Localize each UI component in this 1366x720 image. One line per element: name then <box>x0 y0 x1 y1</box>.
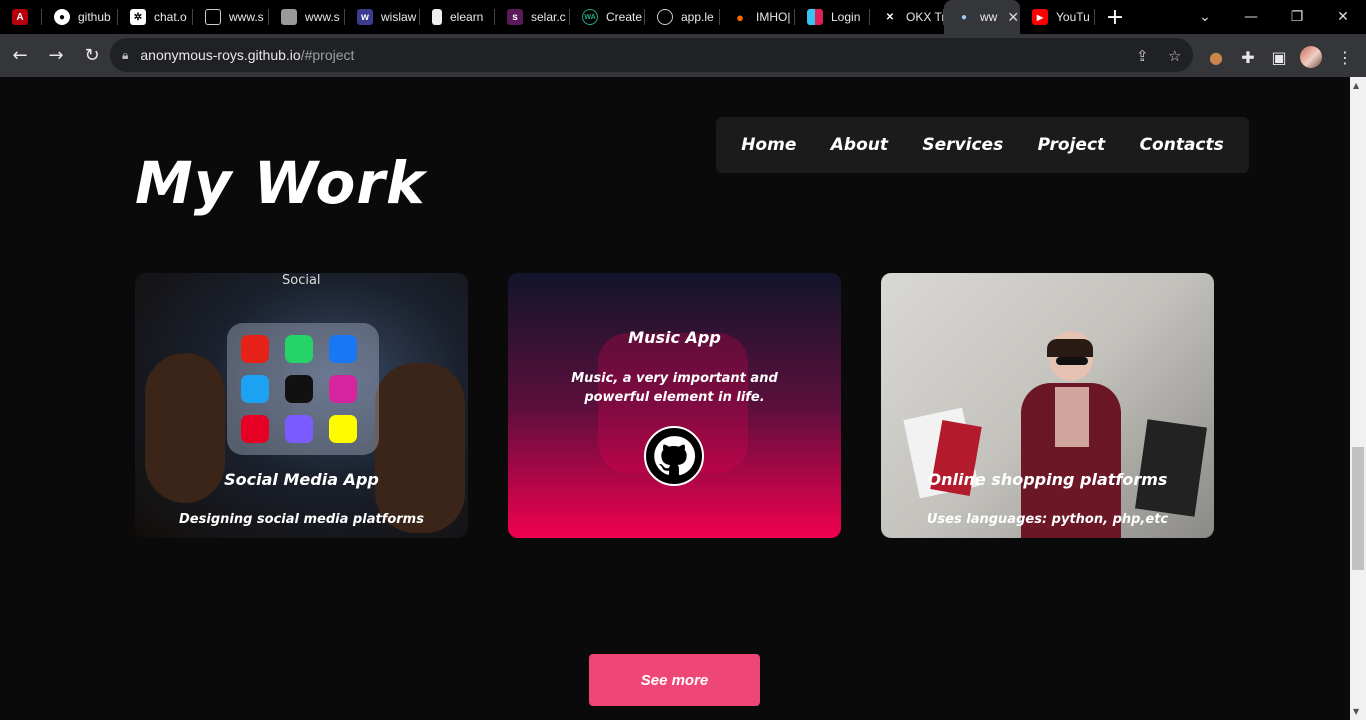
tab-selar[interactable]: s selar.c <box>495 0 570 34</box>
scroll-down-icon[interactable]: ▼ <box>1353 707 1359 716</box>
twitter-app-icon <box>241 375 269 403</box>
nav-services[interactable]: Services <box>922 135 1003 155</box>
card-description: Music, a very important and powerful ele… <box>571 371 778 405</box>
document-icon <box>432 9 442 25</box>
window-icon <box>205 9 221 25</box>
see-more-button[interactable]: See more <box>589 654 760 706</box>
card-title: Music App <box>628 328 721 347</box>
globe-icon <box>657 9 673 25</box>
close-tab-icon[interactable]: ✕ <box>1007 9 1019 26</box>
tab-www-1[interactable]: www.s <box>193 0 269 34</box>
card-title: Social Media App <box>224 470 379 489</box>
page-title: My Work <box>135 149 426 217</box>
project-card-shopping[interactable]: Online shopping platforms Uses languages… <box>881 273 1214 538</box>
github-icon: ● <box>54 9 70 25</box>
nav-home[interactable]: Home <box>741 135 796 155</box>
hand-image <box>375 363 465 533</box>
project-card-music[interactable]: Music App Music, a very important and po… <box>508 273 841 538</box>
nav-contacts[interactable]: Contacts <box>1140 135 1224 155</box>
tab-imho[interactable]: ● IMHO| <box>720 0 795 34</box>
scrollbar[interactable]: ▲ ▼ <box>1350 77 1366 720</box>
tab-chatgpt[interactable]: ✲ chat.o <box>118 0 193 34</box>
side-panel-icon[interactable]: ▣ <box>1268 46 1290 68</box>
github-icon[interactable] <box>644 426 704 486</box>
tab-app-le[interactable]: app.le <box>645 0 720 34</box>
profile-avatar[interactable] <box>1300 46 1322 68</box>
main-nav: Home About Services Project Contacts <box>716 117 1249 173</box>
youtube-icon: ▶ <box>1032 9 1048 25</box>
tab-acrobat[interactable]: A <box>0 0 42 34</box>
restore-button[interactable]: ❐ <box>1274 0 1320 34</box>
scroll-up-icon[interactable]: ▲ <box>1353 81 1359 90</box>
address-bar[interactable]: 🔒︎ anonymous-roys.github.io/#project ⇪ ☆ <box>110 38 1193 72</box>
snapchat-app-icon <box>329 415 357 443</box>
tab-create[interactable]: WA Create <box>570 0 645 34</box>
shopping-bag-image <box>1135 419 1207 517</box>
messenger-app-icon <box>285 415 313 443</box>
facebook-app-icon <box>329 335 357 363</box>
back-button[interactable]: ← <box>4 40 36 72</box>
forward-button[interactable]: → <box>40 40 72 72</box>
wa-icon: WA <box>582 9 598 25</box>
selar-icon: s <box>507 9 523 25</box>
wislaw-icon: w <box>357 9 373 25</box>
new-tab-button[interactable]: + <box>1095 0 1135 34</box>
youtube-app-icon <box>241 335 269 363</box>
nav-project[interactable]: Project <box>1038 135 1106 155</box>
browser-toolbar: ← → ↻ 🔒︎ anonymous-roys.github.io/#proje… <box>0 34 1366 77</box>
extensions-icon[interactable]: ✚ <box>1237 46 1259 68</box>
shopper-image <box>1011 331 1131 538</box>
phone-screen-image <box>227 323 379 455</box>
tab-okx[interactable]: ✕ OKX Tr <box>870 0 944 34</box>
bookmark-star-icon[interactable]: ☆ <box>1168 47 1181 65</box>
tiktok-app-icon <box>285 375 313 403</box>
scrollbar-thumb[interactable] <box>1352 447 1364 570</box>
share-icon[interactable]: ⇪ <box>1136 47 1149 65</box>
nav-about[interactable]: About <box>831 135 888 155</box>
fire-icon: ● <box>736 9 744 25</box>
card-description: Designing social media platforms <box>179 512 424 527</box>
acrobat-icon: A <box>12 9 28 25</box>
tab-elearn[interactable]: elearn <box>420 0 495 34</box>
tab-wislaw[interactable]: w wislaw <box>345 0 420 34</box>
social-folder-label: Social <box>282 273 321 288</box>
tab-www-2[interactable]: www.s <box>269 0 345 34</box>
tab-search-icon[interactable]: ⌄ <box>1182 0 1228 34</box>
lock-icon: 🔒︎ <box>122 47 129 62</box>
instagram-app-icon <box>329 375 357 403</box>
close-window-button[interactable]: ✕ <box>1320 0 1366 34</box>
project-card-social[interactable]: Social Social Media App Designing social… <box>135 273 468 538</box>
menu-icon[interactable]: ⋮ <box>1334 46 1356 68</box>
tab-youtube[interactable]: ▶ YouTu <box>1020 0 1095 34</box>
reload-button[interactable]: ↻ <box>76 40 108 72</box>
person-icon: ● <box>960 11 968 23</box>
card-description: Uses languages: python, php,etc <box>926 512 1169 527</box>
whatsapp-app-icon <box>285 335 313 363</box>
cookie-extension-icon[interactable]: ● <box>1205 46 1227 68</box>
tab-active[interactable]: ● ww ✕ <box>944 0 1020 34</box>
cube-icon <box>281 9 297 25</box>
slack-icon <box>807 9 823 25</box>
url-host: anonymous-roys.github.io <box>140 47 301 63</box>
tab-strip: A ● github ✲ chat.o www.s www.s w wislaw… <box>0 0 1366 34</box>
card-title: Online shopping platforms <box>927 470 1168 489</box>
tab-slack[interactable]: Login <box>795 0 870 34</box>
okx-icon: ✕ <box>885 11 895 23</box>
tab-github[interactable]: ● github <box>42 0 118 34</box>
pinterest-app-icon <box>241 415 269 443</box>
minimize-button[interactable]: — <box>1228 0 1274 34</box>
url-path: /#project <box>300 47 355 63</box>
page-content: My Work Home About Services Project Cont… <box>0 77 1350 720</box>
openai-icon: ✲ <box>130 9 146 25</box>
